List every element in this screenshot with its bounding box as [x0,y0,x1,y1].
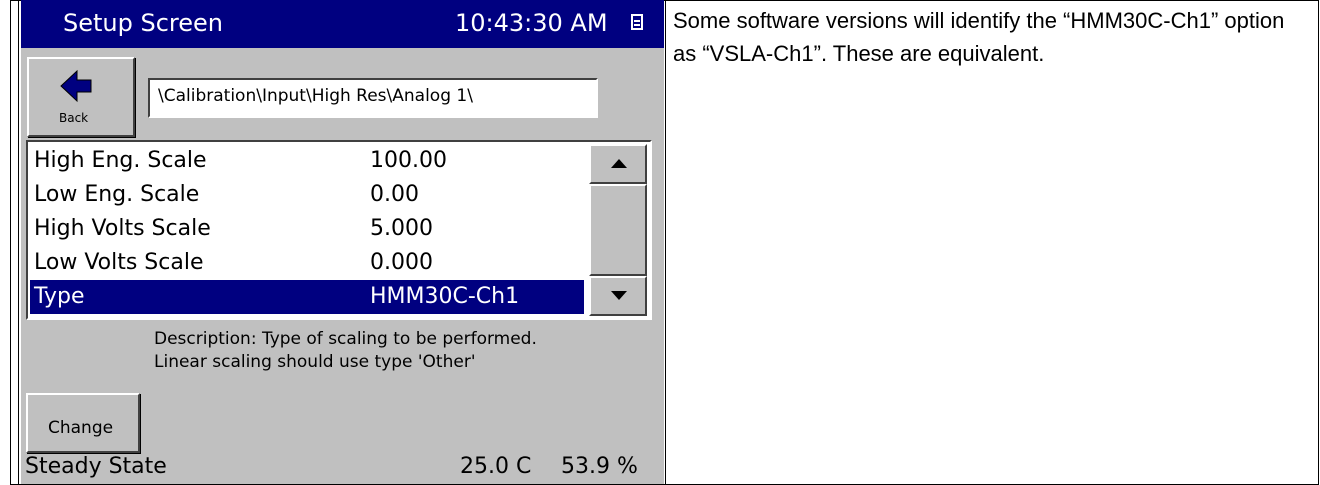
back-button-label: Back [59,111,89,125]
table-column-divider [665,0,666,485]
setting-name: High Eng. Scale [34,148,207,173]
setting-name: Type [34,284,85,309]
change-button-label: Change [48,418,114,438]
setting-value: 5.000 [370,216,433,241]
keyboard-icon[interactable] [631,14,643,30]
clock: 10:43:30 AM [455,9,608,37]
description: Description: Type of scaling to be perfo… [154,328,537,374]
list-item-high-eng-scale[interactable]: High Eng. Scale 100.00 [30,144,584,178]
setting-name: Low Volts Scale [34,250,204,275]
description-line-1: Description: Type of scaling to be perfo… [154,329,537,349]
change-button[interactable]: Change [26,393,140,453]
setting-value: 100.00 [370,148,447,173]
scroll-thumb[interactable] [589,184,647,276]
status-state: Steady State [25,454,167,479]
screen-title: Setup Screen [63,9,223,37]
list-scrollbar[interactable] [589,144,647,316]
scroll-up-button[interactable] [589,144,647,184]
title-bar: Setup Screen 10:43:30 AM [21,0,664,48]
setting-value: HMM30C-Ch1 [370,284,520,309]
list-item-type[interactable]: Type HMM30C-Ch1 [30,280,584,314]
device-screen: Setup Screen 10:43:30 AM Back \Calibrati… [21,0,664,484]
back-arrow-icon [60,69,92,103]
settings-list: High Eng. Scale 100.00 Low Eng. Scale 0.… [26,140,652,320]
scroll-up-icon [611,159,627,168]
scroll-down-icon [611,291,627,300]
status-temperature: 25.0 C [460,454,532,479]
scroll-down-button[interactable] [589,276,647,316]
setting-value: 0.00 [370,182,419,207]
setting-name: Low Eng. Scale [34,182,200,207]
table-left-border [10,0,11,485]
list-item-high-volts-scale[interactable]: High Volts Scale 5.000 [30,212,584,246]
back-button[interactable]: Back [27,57,135,137]
list-item-low-eng-scale[interactable]: Low Eng. Scale 0.00 [30,178,584,212]
description-line-2: Linear scaling should use type 'Other' [154,352,476,372]
list-item-low-volts-scale[interactable]: Low Volts Scale 0.000 [30,246,584,280]
table-inner-left-border [18,0,19,485]
setting-value: 0.000 [370,250,433,275]
setting-name: High Volts Scale [34,216,211,241]
status-humidity: 53.9 % [561,454,638,479]
table-right-border [1318,0,1319,485]
note-text: Some software versions will identify the… [673,8,1285,66]
path-field: \Calibration\Input\High Res\Analog 1\ [148,78,598,118]
